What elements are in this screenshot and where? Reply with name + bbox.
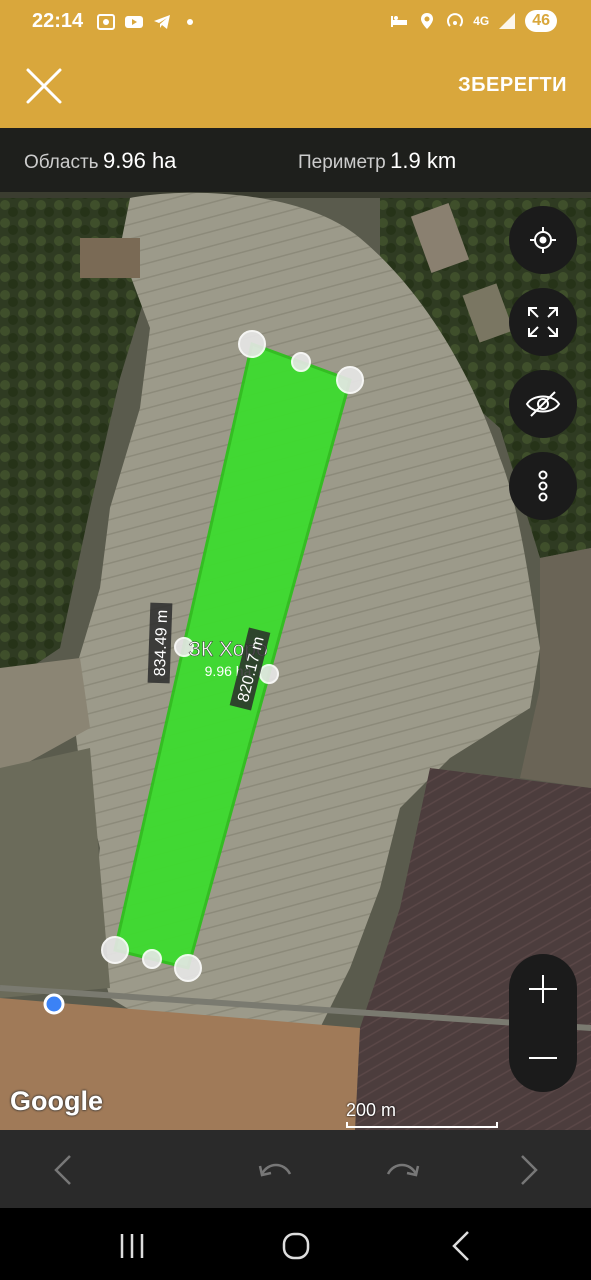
edit-toolbar	[0, 1130, 591, 1208]
map-view[interactable]: ЗК Хоро 9.96 ha 834.49 m 820.17 m	[0, 128, 591, 1130]
screenshot-icon	[97, 14, 115, 30]
edge-length-left-text: 834.49 m	[152, 609, 171, 676]
perimeter-info: Периметр 1.9 km	[298, 148, 456, 174]
midpoint-handle	[142, 949, 162, 969]
prev-icon[interactable]	[42, 1148, 86, 1192]
edge-length-left: 834.49 m	[147, 602, 173, 684]
more-vert-icon	[538, 470, 548, 502]
minus-icon	[529, 1056, 557, 1059]
zoom-in-button[interactable]	[509, 954, 577, 1023]
visibility-toggle-button[interactable]	[509, 370, 577, 438]
location-icon	[421, 13, 434, 29]
battery-level: 46	[525, 10, 557, 32]
zoom-controls	[509, 954, 577, 1092]
signal-icon	[499, 13, 516, 29]
youtube-icon	[125, 16, 143, 28]
midpoint-handle	[259, 664, 279, 684]
zoom-out-button[interactable]	[509, 1023, 577, 1092]
dot-icon	[187, 19, 193, 25]
home-icon[interactable]	[276, 1226, 316, 1266]
my-location-icon	[530, 227, 556, 253]
status-bar: 22:14 4G 46	[0, 0, 591, 44]
close-icon[interactable]	[22, 64, 66, 108]
fullscreen-icon	[528, 307, 558, 337]
redo-icon[interactable]	[380, 1148, 424, 1192]
area-info: Область 9.96 ha	[24, 148, 176, 174]
vertex-handle	[238, 330, 266, 358]
status-time: 22:14	[32, 10, 84, 32]
telegram-icon	[154, 15, 170, 29]
undo-icon[interactable]	[254, 1148, 298, 1192]
system-nav-bar	[0, 1208, 591, 1280]
top-app-bar: ЗБЕРЕГТИ	[0, 44, 591, 128]
perimeter-label: Периметр	[298, 152, 386, 173]
current-location-dot	[43, 993, 65, 1015]
vertex-handle	[336, 366, 364, 394]
vertex-handle	[101, 936, 129, 964]
recents-icon[interactable]	[112, 1226, 152, 1266]
save-button[interactable]: ЗБЕРЕГТИ	[458, 74, 567, 97]
more-options-button[interactable]	[509, 452, 577, 520]
network-type: 4G	[473, 14, 490, 28]
area-value: 9.96 ha	[103, 148, 177, 173]
vertex-handle	[174, 954, 202, 982]
satellite-imagery: ЗК Хоро 9.96 ha 834.49 m 820.17 m	[0, 128, 591, 1130]
hotspot-icon	[447, 13, 464, 27]
plus-icon	[529, 974, 557, 1003]
measurement-info-bar: Область 9.96 ha Периметр 1.9 km	[0, 128, 591, 192]
my-location-button[interactable]	[509, 206, 577, 274]
midpoint-handle	[291, 352, 311, 372]
scale-bar	[346, 1122, 498, 1128]
hide-icon	[525, 391, 561, 417]
fullscreen-button[interactable]	[509, 288, 577, 356]
back-icon[interactable]	[442, 1226, 482, 1266]
next-icon[interactable]	[506, 1148, 550, 1192]
bed-icon	[391, 16, 408, 27]
scale-label: 200 m	[346, 1100, 397, 1120]
area-label: Область	[24, 152, 99, 173]
google-attribution: Google	[10, 1086, 103, 1116]
perimeter-value: 1.9 km	[390, 148, 457, 173]
